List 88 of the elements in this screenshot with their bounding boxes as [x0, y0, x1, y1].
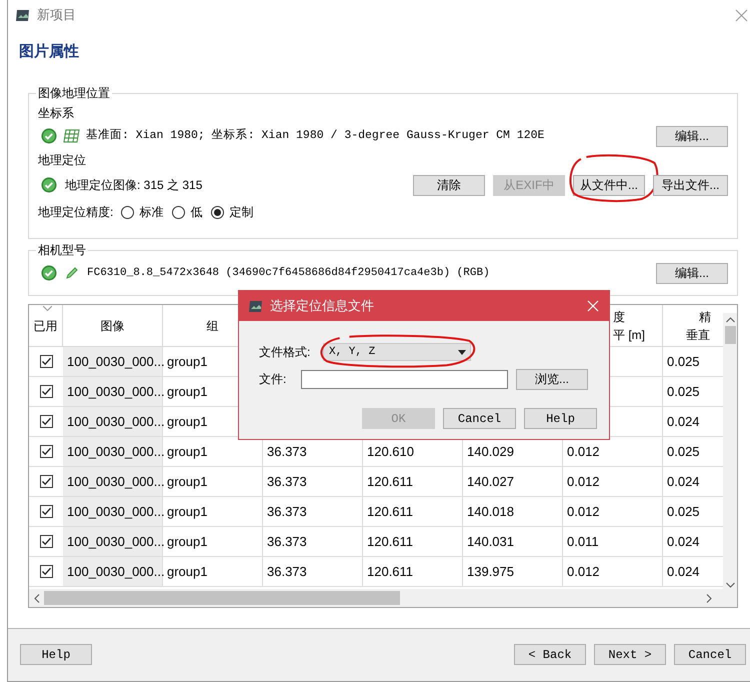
table-cell: 100_0030_000... [63, 497, 163, 526]
table-cell: 140.031 [463, 527, 563, 556]
geolocation-status: 地理定位图像: 315 之 315 [65, 177, 202, 194]
table-cell: 100_0030_000... [63, 467, 163, 496]
radio-label: 定制 [229, 204, 254, 221]
column-header: 平 [m] [612, 326, 645, 344]
table-cell: 100_0030_000... [63, 527, 163, 556]
checkbox[interactable] [40, 505, 52, 518]
column-header: 垂直 [685, 326, 710, 344]
table-cell: group1 [163, 557, 263, 586]
checkbox[interactable] [40, 385, 52, 398]
table-cell: 36.373 [263, 497, 363, 526]
horizontal-scrollbar[interactable] [29, 589, 737, 607]
column-header: 图像 [100, 318, 124, 334]
checkbox[interactable] [40, 565, 52, 578]
wizard-button[interactable]: Next > [594, 644, 666, 665]
crs-text: 基准面: Xian 1980; 坐标系: Xian 1980 / 3-degree Gauss-Kruger CM 120E [86, 127, 544, 144]
table-cell: 100_0030_000... [63, 437, 163, 466]
table-cell: 120.611 [363, 527, 463, 556]
edit-button[interactable]: 编辑... [656, 126, 728, 146]
table-cell: 0.012 [563, 557, 663, 586]
section-label: 地理定位 [38, 152, 87, 169]
table-cell: 140.018 [463, 497, 563, 526]
column-header: 度 [612, 308, 625, 326]
radio-label: 低 [190, 204, 202, 221]
scrollbar-thumb[interactable] [724, 326, 736, 344]
column-header: 精 [698, 308, 711, 326]
app-icon [15, 8, 30, 22]
app-icon [248, 300, 263, 312]
table-cell: group1 [163, 497, 263, 526]
table-cell: 120.611 [363, 467, 463, 496]
wizard-button[interactable]: < Back [514, 644, 586, 665]
scrollbar-thumb[interactable] [44, 591, 400, 605]
action-button[interactable]: 从文件中... [573, 174, 645, 196]
help-button[interactable]: Help [20, 644, 92, 665]
table-cell: 100_0030_000... [63, 347, 163, 376]
table-cell: 120.611 [363, 557, 463, 586]
browse-button[interactable]: 浏览... [516, 368, 588, 390]
edit-button[interactable]: 编辑... [656, 262, 728, 284]
vertical-scrollbar[interactable] [723, 313, 737, 592]
radio-button[interactable] [121, 206, 134, 218]
table-cell: 36.373 [263, 527, 363, 556]
radio-label: 标准 [139, 204, 164, 221]
camera-model: FC6310_8.8_5472x3648 (34690c7f6458686d84f2950417ca4e3b) (RGB) [87, 266, 490, 281]
table-cell: 36.373 [263, 467, 363, 496]
group-title: 相机型号 [38, 243, 86, 257]
dialog-button[interactable]: Help [524, 408, 597, 429]
grid-icon [63, 129, 80, 143]
table-cell: 140.027 [463, 467, 563, 496]
group-title: 图像地理位置 [38, 86, 110, 100]
table-cell: 0.012 [563, 467, 663, 496]
checkbox[interactable] [40, 535, 52, 548]
action-button[interactable]: 清除 [413, 174, 485, 196]
close-icon[interactable] [735, 8, 748, 22]
checkbox[interactable] [40, 445, 52, 458]
file-path-field[interactable] [301, 370, 508, 388]
column-header: 组 [206, 318, 218, 334]
table-cell: 100_0030_000... [63, 377, 163, 406]
table-cell: group1 [163, 527, 263, 556]
table-cell: 36.373 [263, 557, 363, 586]
scroll-left-icon[interactable] [34, 594, 40, 602]
table-cell: 120.611 [363, 497, 463, 526]
table-cell: 0.012 [563, 497, 663, 526]
action-button[interactable]: 导出文件... [653, 174, 728, 196]
format-dropdown[interactable]: X, Y, Z [323, 343, 471, 361]
pencil-icon [65, 266, 79, 280]
table-cell: group1 [163, 467, 263, 496]
dialog-title: 选择定位信息文件 [270, 297, 374, 316]
column-header: 已用 [34, 318, 58, 334]
table-cell: 139.975 [463, 557, 563, 586]
scroll-right-icon[interactable] [706, 594, 712, 602]
checkbox[interactable] [40, 475, 52, 488]
dropdown-caret-icon [458, 350, 466, 354]
checkbox[interactable] [40, 355, 52, 368]
page-title: 图片属性 [19, 43, 79, 60]
scroll-up-icon[interactable] [726, 317, 734, 323]
window-title: 新项目 [37, 6, 76, 24]
checkbox[interactable] [40, 415, 52, 428]
table-cell: 0.011 [563, 527, 663, 556]
table-cell: 100_0030_000... [63, 407, 163, 436]
scroll-down-icon[interactable] [726, 582, 734, 588]
radio-button[interactable] [172, 206, 186, 218]
wizard-button[interactable]: Cancel [674, 644, 746, 665]
radio-button[interactable] [211, 206, 224, 218]
table-cell: 100_0030_000... [63, 557, 163, 586]
accuracy-label: 地理定位精度: [38, 204, 114, 221]
dialog-button[interactable]: Cancel [443, 408, 516, 429]
section-label: 坐标系 [38, 105, 75, 122]
